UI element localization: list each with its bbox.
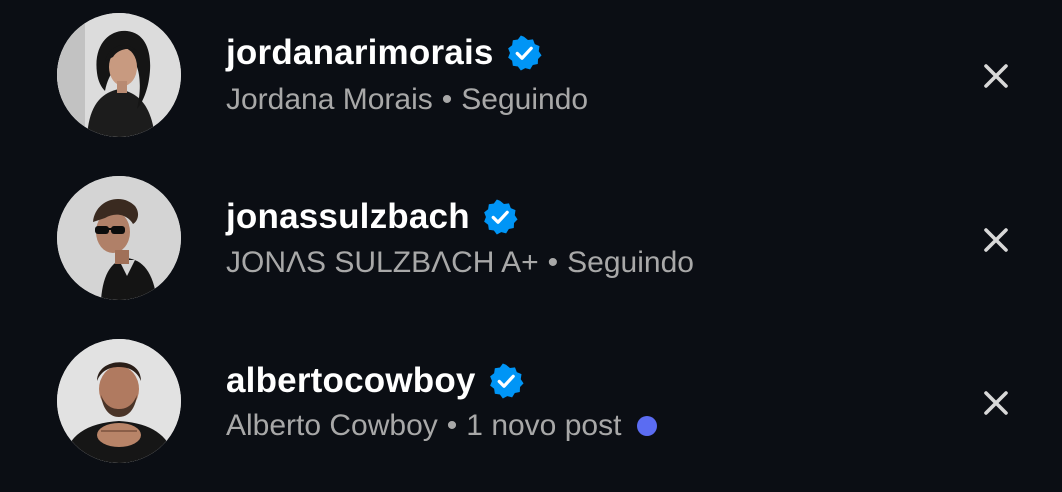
full-name: Alberto Cowboy xyxy=(226,409,438,442)
avatar[interactable] xyxy=(57,339,181,463)
username[interactable]: albertocowboy xyxy=(226,361,476,401)
list-item-albertocowboy[interactable]: albertocowboy Alberto Cowboy • 1 novo po… xyxy=(0,328,1062,492)
follow-status: Seguindo xyxy=(567,246,694,279)
username-row: jonassulzbach xyxy=(226,197,518,237)
subtitle: Jordana Morais • Seguindo xyxy=(226,82,588,118)
verified-badge-icon xyxy=(483,199,518,235)
list-item-jordanarimorais[interactable]: jordanarimorais Jordana Morais • Seguind… xyxy=(0,0,1062,164)
close-icon[interactable] xyxy=(979,59,1013,93)
avatar-image xyxy=(57,13,181,137)
separator: • xyxy=(446,409,458,442)
close-icon[interactable] xyxy=(979,223,1013,257)
username-row: albertocowboy xyxy=(226,361,524,401)
username[interactable]: jordanarimorais xyxy=(226,33,494,73)
avatar[interactable] xyxy=(57,13,181,137)
separator: • xyxy=(441,83,453,116)
full-name: Jordana Morais xyxy=(226,83,433,116)
subtitle: Alberto Cowboy • 1 novo post xyxy=(226,408,658,444)
close-icon[interactable] xyxy=(979,386,1013,420)
avatar[interactable] xyxy=(57,176,181,300)
separator: • xyxy=(547,246,559,279)
follow-status: Seguindo xyxy=(461,83,589,116)
username-row: jordanarimorais xyxy=(226,33,542,73)
verified-badge-icon xyxy=(489,363,524,399)
full-name: JONΛS SULZBΛCH A+ xyxy=(226,246,539,279)
post-status: 1 novo post xyxy=(466,409,622,442)
list-item-jonassulzbach[interactable]: jonassulzbach JONΛS SULZBΛCH A+ • Seguin… xyxy=(0,164,1062,328)
new-post-dot-icon xyxy=(637,416,658,436)
avatar-image xyxy=(57,339,181,463)
avatar-image xyxy=(57,176,181,300)
subtitle: JONΛS SULZBΛCH A+ • Seguindo xyxy=(226,245,694,281)
username[interactable]: jonassulzbach xyxy=(226,197,470,237)
verified-badge-icon xyxy=(507,35,542,71)
